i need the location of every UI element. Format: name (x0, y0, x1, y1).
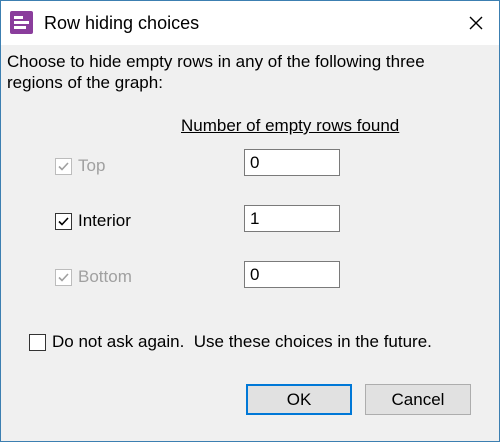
checkmark-icon (58, 161, 69, 171)
region-top-option: Top (55, 156, 105, 176)
do-not-ask-checkbox[interactable] (29, 333, 46, 351)
top-checkbox[interactable] (55, 157, 72, 175)
close-icon (469, 16, 483, 30)
top-count-field[interactable]: 0 (244, 149, 340, 176)
description-text: Choose to hide empty rows in any of the … (7, 52, 425, 92)
ok-button[interactable]: OK (246, 384, 352, 415)
interior-label: Interior (78, 211, 131, 230)
close-button[interactable] (453, 1, 499, 45)
checkmark-icon (58, 216, 69, 226)
region-interior-option: Interior (55, 211, 131, 231)
checkmark-icon (58, 272, 69, 282)
dialog-window: Row hiding choices Choose to hide empty … (0, 0, 500, 442)
bottom-label: Bottom (78, 267, 132, 286)
bottom-checkbox[interactable] (55, 268, 72, 286)
dialog-body: Choose to hide empty rows in any of the … (1, 45, 499, 441)
top-label: Top (78, 156, 106, 175)
bottom-count-field[interactable]: 0 (244, 261, 340, 288)
do-not-ask-option: Do not ask again. Use these choices in t… (29, 332, 432, 352)
do-not-ask-label: Do not ask again. Use these choices in t… (52, 332, 432, 351)
region-bottom-option: Bottom (55, 267, 132, 287)
column-header: Number of empty rows found (181, 116, 400, 135)
app-icon (10, 11, 33, 34)
cancel-button[interactable]: Cancel (365, 384, 471, 415)
interior-count-field[interactable]: 1 (244, 205, 340, 232)
window-title: Row hiding choices (44, 13, 200, 33)
interior-checkbox[interactable] (55, 212, 72, 230)
title-bar: Row hiding choices (1, 1, 499, 45)
